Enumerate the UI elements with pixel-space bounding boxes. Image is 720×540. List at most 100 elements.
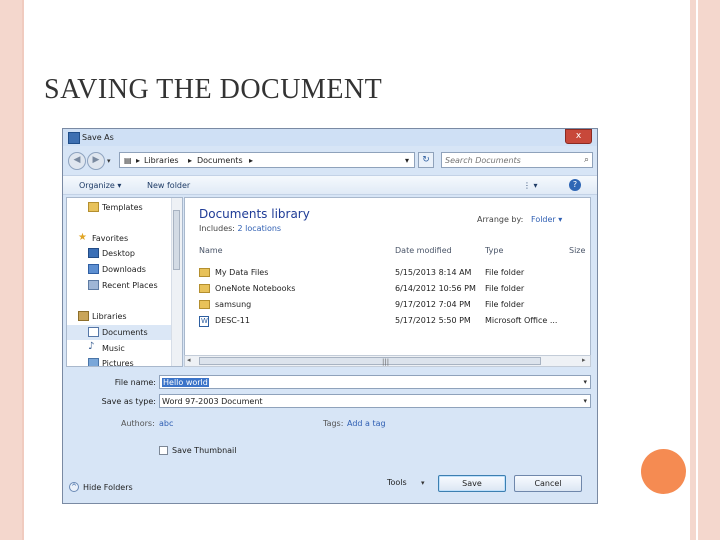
view-options-button[interactable]: ⋮ ▾ (523, 181, 538, 190)
file-row[interactable]: DESC-11 5/17/2012 5:50 PM Microsoft Offi… (197, 313, 587, 328)
slide-left-border (0, 0, 22, 540)
forward-button[interactable]: ▶ (87, 152, 105, 170)
sidebar-item-libraries[interactable]: Libraries (67, 309, 173, 324)
authors-field[interactable]: abc (159, 419, 173, 428)
folder-icon (199, 300, 210, 309)
column-header-name[interactable]: Name (199, 246, 223, 255)
sidebar-item-label: Recent Places (102, 281, 158, 290)
includes-locations-link[interactable]: 2 locations (238, 224, 282, 233)
column-header-date[interactable]: Date modified (395, 246, 452, 255)
search-box[interactable]: ⌕ (441, 152, 593, 168)
sidebar-item-label: Downloads (102, 265, 146, 274)
music-icon: ♪ (88, 341, 95, 352)
back-button[interactable]: ◀ (68, 152, 86, 170)
breadcrumb-separator-icon: ▸ (136, 156, 141, 165)
navigation-scrollbar-thumb[interactable] (173, 210, 180, 270)
file-name: DESC-11 (215, 316, 250, 325)
file-type: File folder (485, 268, 525, 277)
file-date: 5/17/2012 5:50 PM (395, 316, 471, 325)
tags-field[interactable]: Add a tag (347, 419, 386, 428)
downloads-icon (88, 264, 99, 274)
breadcrumb-libraries[interactable]: Libraries (144, 156, 179, 165)
file-type: Microsoft Office ... (485, 316, 558, 325)
breadcrumb-separator-icon: ▸ (188, 156, 193, 165)
file-name-field[interactable]: Hello world ▾ (159, 375, 591, 389)
search-icon[interactable]: ⌕ (584, 155, 589, 165)
file-name-input[interactable]: Hello world (162, 378, 209, 387)
horizontal-scrollbar-thumb[interactable]: ||| (199, 357, 541, 366)
sidebar-item-label: Documents (102, 328, 148, 337)
new-folder-button[interactable]: New folder (147, 181, 190, 190)
file-name-dropdown-icon[interactable]: ▾ (583, 378, 587, 386)
dialog-footer: ^ Hide Folders Tools ▾ Save Cancel (63, 467, 597, 503)
slide-left-border-line (22, 0, 24, 540)
sidebar-item-desktop[interactable]: Desktop (67, 246, 173, 261)
sidebar-item-recent-places[interactable]: Recent Places (67, 278, 173, 293)
file-date: 9/17/2012 7:04 PM (395, 300, 471, 309)
file-name: samsung (215, 300, 252, 309)
sidebar-item-documents[interactable]: Documents (67, 325, 173, 340)
column-header-size[interactable]: Size (569, 246, 585, 255)
file-name-label: File name: (114, 378, 156, 387)
recent-pages-dropdown[interactable]: ▾ (107, 157, 111, 165)
hide-folders-button[interactable]: Hide Folders (83, 483, 133, 492)
folder-icon (199, 284, 210, 293)
save-type-dropdown-icon[interactable]: ▾ (583, 397, 587, 405)
file-date: 5/15/2013 8:14 AM (395, 268, 472, 277)
navigation-scrollbar[interactable] (171, 198, 182, 366)
sidebar-item-favorites[interactable]: ★ Favorites (67, 231, 173, 246)
sidebar-item-label: Templates (102, 203, 143, 212)
library-includes: Includes: 2 locations (199, 224, 281, 233)
file-list-pane: Documents library Includes: 2 locations … (184, 197, 591, 367)
save-as-dialog: Save As x ◀ ▶ ▾ ▤ ▸ Libraries ▸ Document… (62, 128, 598, 504)
search-input[interactable] (445, 154, 570, 166)
sidebar-item-label: Music (102, 344, 125, 353)
desktop-icon (88, 248, 99, 258)
collapse-icon[interactable]: ^ (69, 482, 79, 492)
breadcrumb-separator-icon: ▸ (249, 156, 254, 165)
arrange-by-dropdown[interactable]: Folder ▾ (531, 215, 562, 224)
save-type-value: Word 97-2003 Document (162, 397, 263, 406)
address-bar[interactable]: ▤ ▸ Libraries ▸ Documents ▸ ▾ (119, 152, 415, 168)
file-row[interactable]: OneNote Notebooks 6/14/2012 10:56 PM Fil… (197, 281, 587, 296)
horizontal-scrollbar[interactable]: ◂ ||| ▸ (184, 355, 591, 367)
scrollbar-grip-icon: ||| (382, 358, 390, 366)
sidebar-item-label: Libraries (92, 312, 127, 321)
sidebar-item-label: Desktop (102, 249, 135, 258)
save-type-select[interactable]: Word 97-2003 Document ▾ (159, 394, 591, 408)
save-type-label: Save as type: (101, 397, 156, 406)
documents-icon (88, 327, 99, 337)
address-row: ◀ ▶ ▾ ▤ ▸ Libraries ▸ Documents ▸ ▾ ↻ ⌕ (63, 149, 597, 171)
sidebar-item-downloads[interactable]: Downloads (67, 262, 173, 277)
save-button[interactable]: Save (438, 475, 506, 492)
libraries-icon (78, 311, 89, 321)
scroll-right-icon[interactable]: ▸ (582, 356, 586, 364)
file-type: File folder (485, 284, 525, 293)
file-date: 6/14/2012 10:56 PM (395, 284, 476, 293)
dialog-title: Save As (82, 133, 114, 142)
sidebar-item-pictures[interactable]: Pictures (67, 356, 173, 366)
refresh-button[interactable]: ↻ (418, 152, 434, 168)
help-icon[interactable]: ? (569, 179, 581, 191)
close-button[interactable]: x (565, 129, 592, 144)
scroll-left-icon[interactable]: ◂ (187, 356, 191, 364)
column-header-type[interactable]: Type (485, 246, 503, 255)
includes-label: Includes: (199, 224, 235, 233)
file-name: OneNote Notebooks (215, 284, 296, 293)
word-document-icon (199, 316, 209, 327)
sidebar-item-templates[interactable]: Templates (67, 200, 173, 215)
tools-dropdown-icon[interactable]: ▾ (421, 479, 425, 487)
organize-button[interactable]: Organize ▾ (79, 181, 121, 190)
address-dropdown-icon[interactable]: ▾ (405, 156, 409, 165)
breadcrumb-documents[interactable]: Documents (197, 156, 243, 165)
save-thumbnail-checkbox[interactable] (159, 446, 168, 455)
file-row[interactable]: My Data Files 5/15/2013 8:14 AM File fol… (197, 265, 587, 280)
folder-icon (88, 202, 99, 212)
arrange-by-label: Arrange by: (477, 215, 524, 224)
cancel-button[interactable]: Cancel (514, 475, 582, 492)
tools-button[interactable]: Tools (387, 478, 407, 487)
navigation-pane: Templates ★ Favorites Desktop Downloads … (66, 197, 183, 367)
file-row[interactable]: samsung 9/17/2012 7:04 PM File folder (197, 297, 587, 312)
authors-label: Authors: (121, 419, 155, 428)
sidebar-item-music[interactable]: ♪ Music (67, 341, 173, 356)
